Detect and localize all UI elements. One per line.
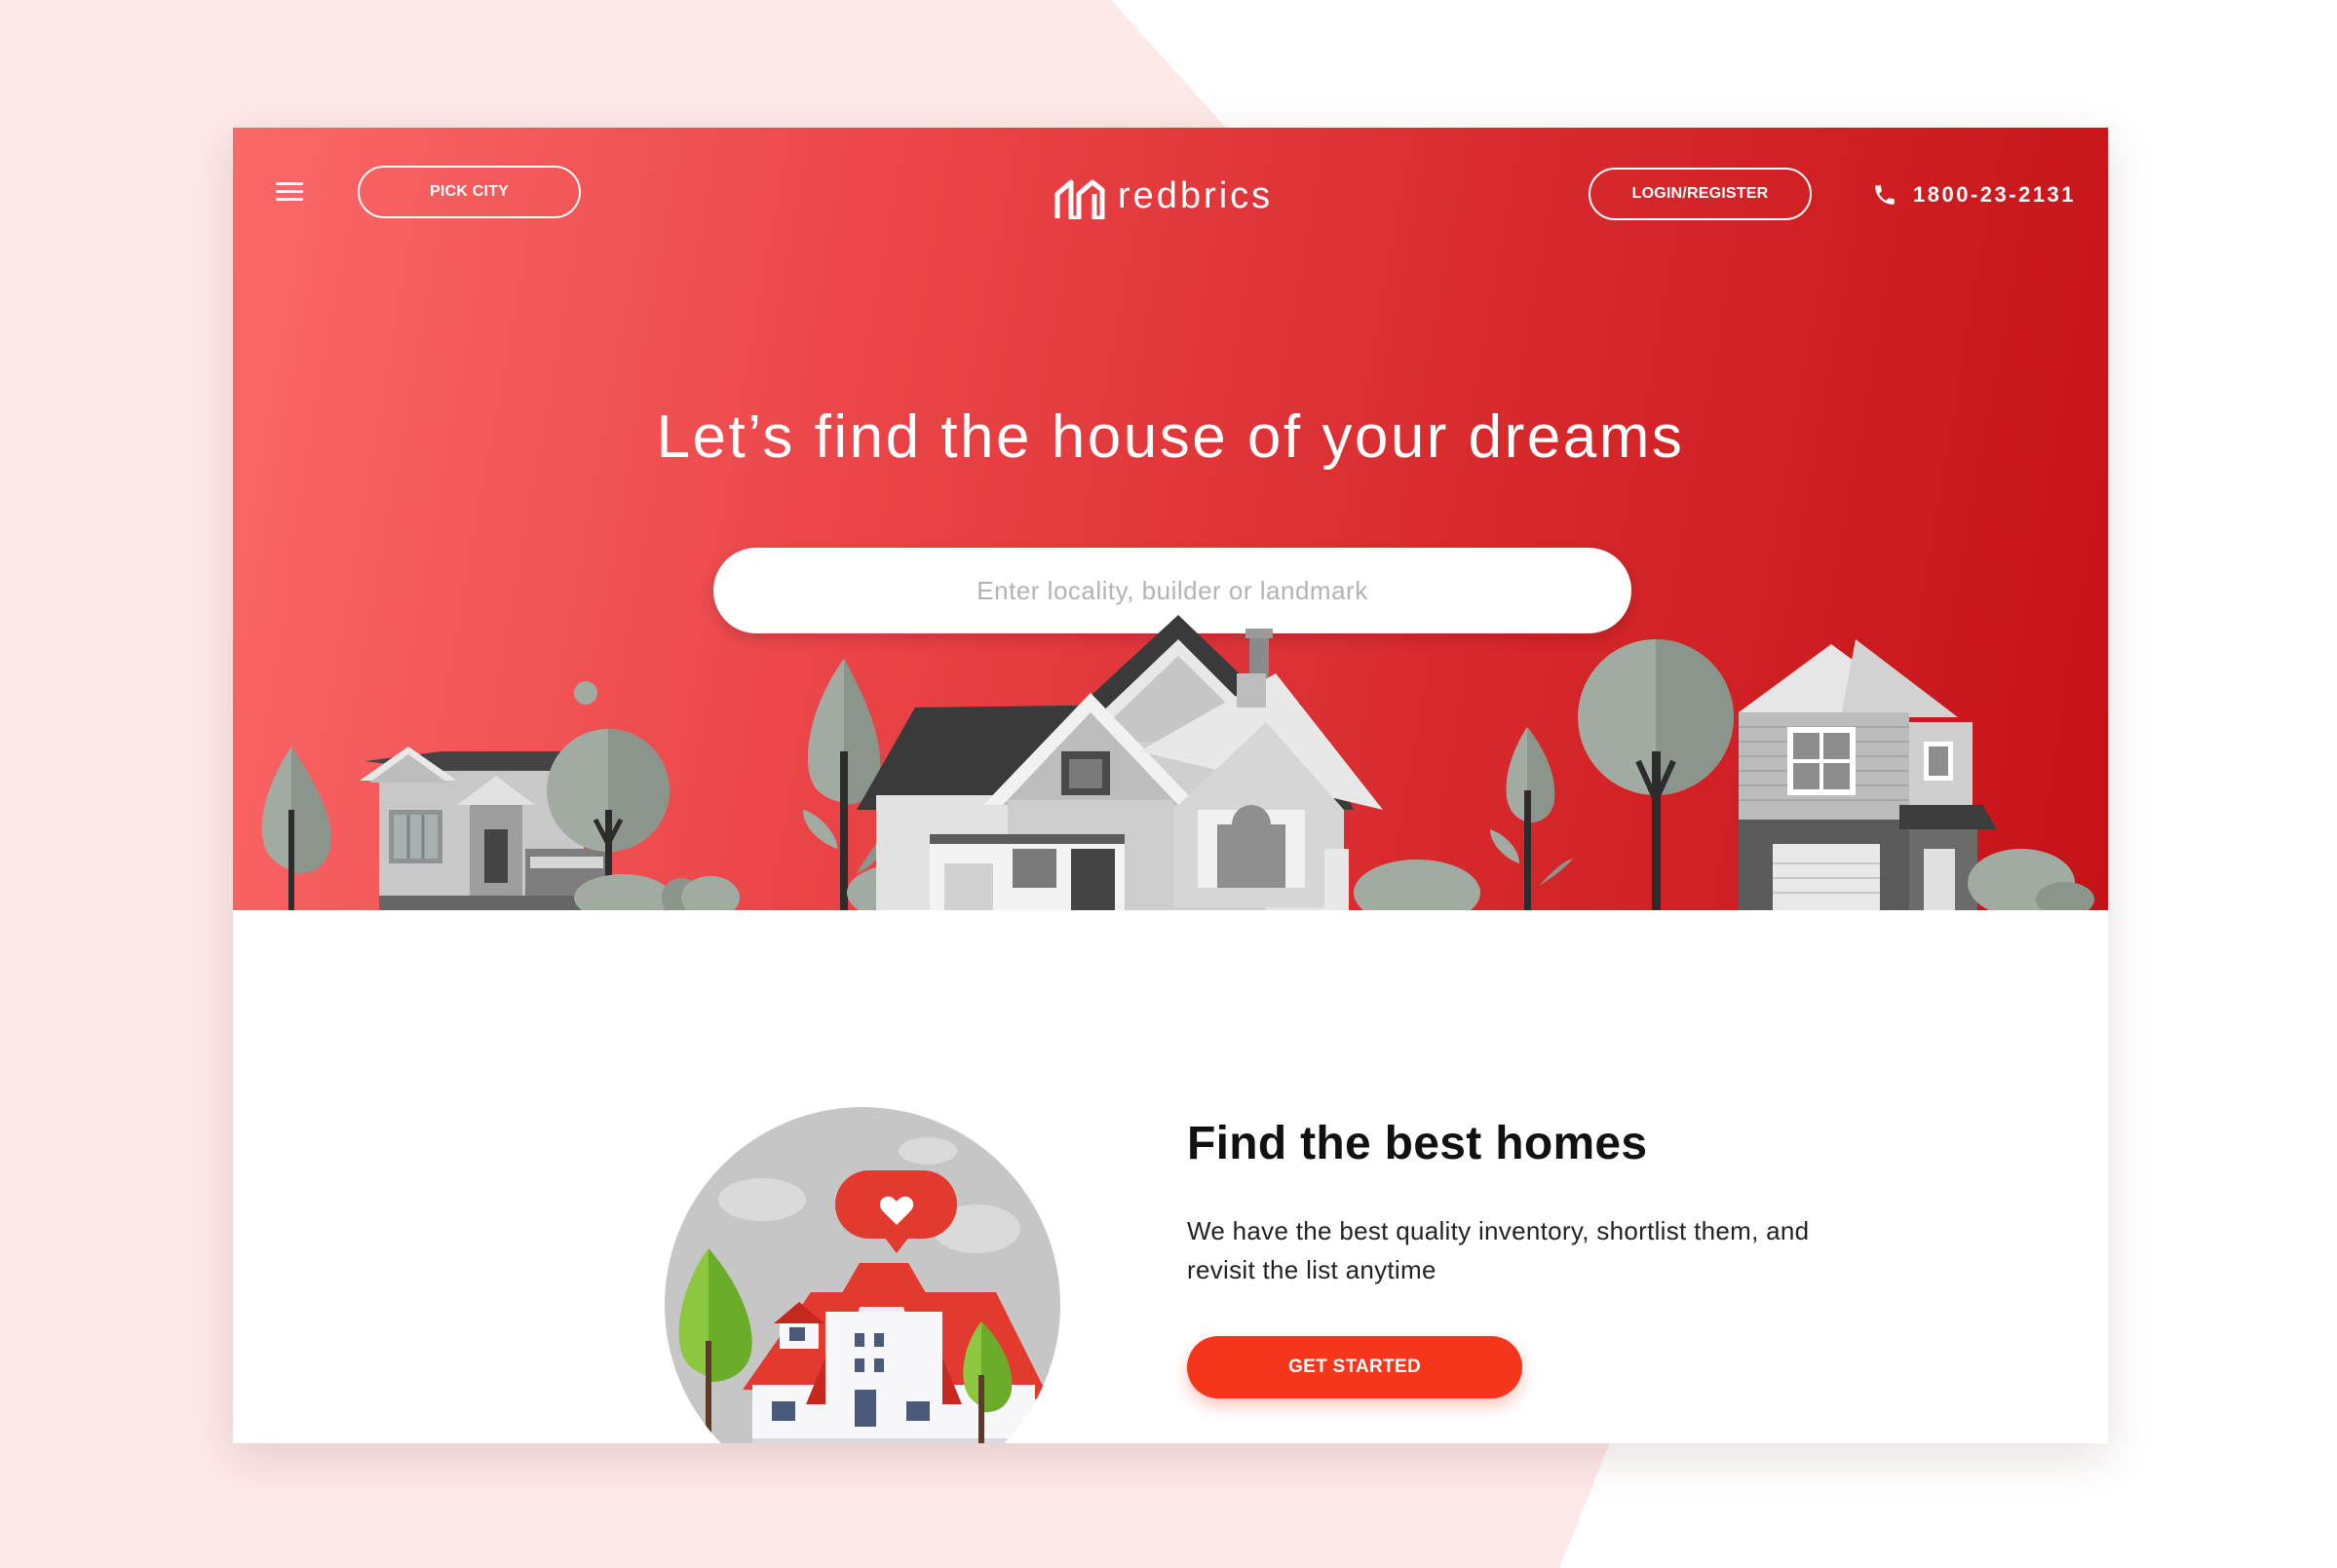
tree-right-round: [1578, 639, 1734, 910]
phone-number: 1800-23-2131: [1913, 182, 2077, 207]
contact-phone[interactable]: 1800-23-2131: [1872, 178, 2076, 211]
hamburger-icon[interactable]: [276, 182, 303, 204]
tree-center-right: [1354, 727, 1573, 910]
login-register-button[interactable]: LOGIN/REGISTER: [1589, 168, 1812, 220]
feature-description: We have the best quality inventory, shor…: [1187, 1216, 1810, 1284]
tree-left: [261, 746, 331, 910]
brand-name: redbrics: [1118, 174, 1274, 216]
neighborhood-illustration: [261, 615, 2094, 910]
house-right: [1739, 639, 1997, 910]
pick-city-button[interactable]: PICK CITY: [358, 166, 581, 218]
hero-section: PICK CITY redbrics LOGIN/REGISTER 1800-2…: [233, 128, 2108, 910]
feature-title: Find the best homes: [1187, 1118, 1648, 1169]
website-card: PICK CITY redbrics LOGIN/REGISTER 1800-2…: [233, 128, 2108, 1443]
brand-logo[interactable]: redbrics: [1054, 171, 1273, 221]
hero-headline: Let’s find the house of your dreams: [656, 403, 1685, 471]
get-started-button[interactable]: GET STARTED: [1187, 1336, 1522, 1398]
phone-icon: [1875, 185, 1895, 205]
logo-house-icon: [1054, 179, 1105, 219]
house-favorite-illustration: [665, 1107, 1060, 1443]
house-center: [857, 615, 1383, 910]
bush-right: [1968, 849, 2094, 910]
